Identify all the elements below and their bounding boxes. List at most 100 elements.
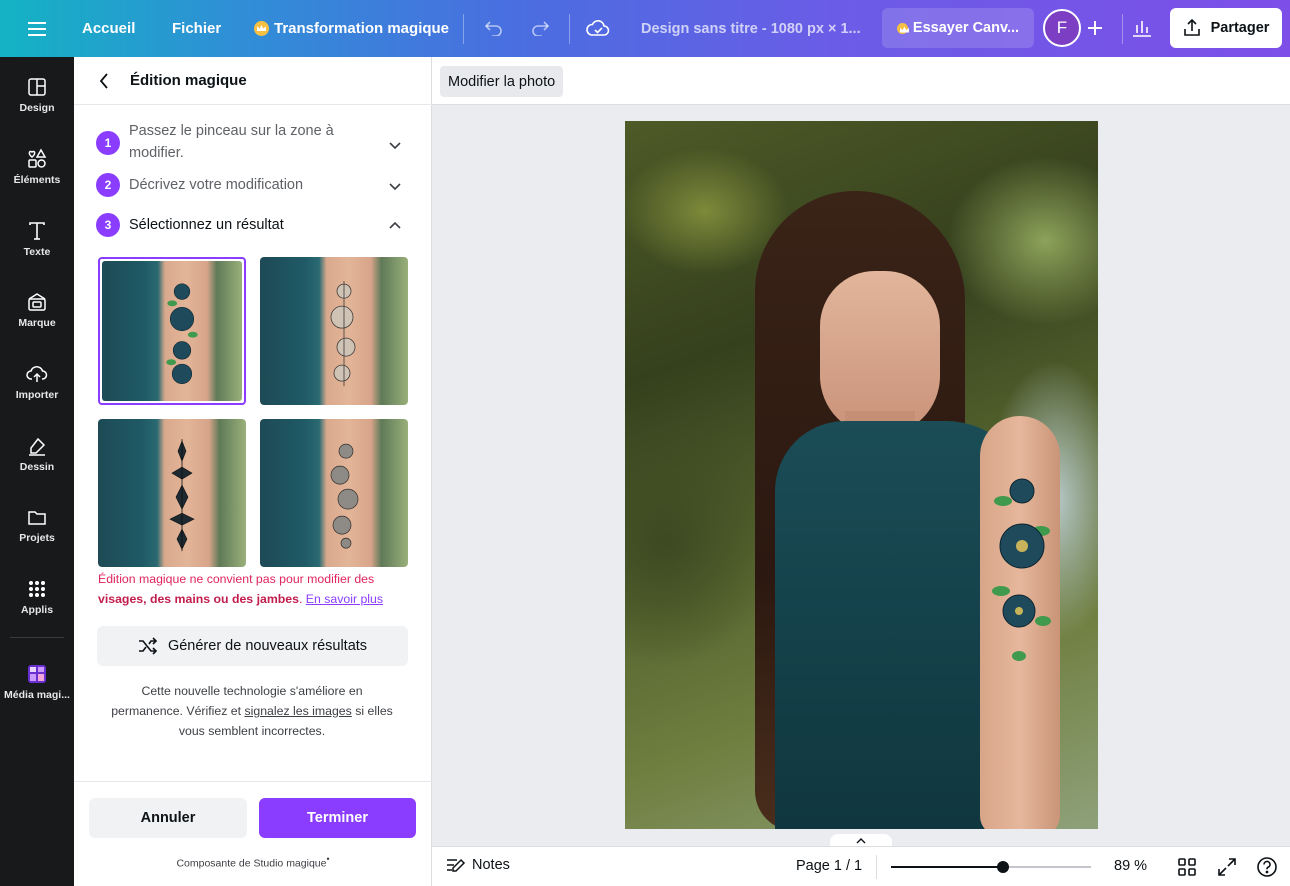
- rail-label: Design: [19, 102, 55, 114]
- rail-item-projects[interactable]: Projets: [0, 492, 74, 558]
- canvas-photo[interactable]: [625, 121, 1098, 829]
- help-icon[interactable]: [1256, 856, 1278, 878]
- step-number: 1: [96, 131, 120, 155]
- magic-edit-warning: Édition magique ne convient pas pour mod…: [98, 569, 408, 609]
- magic-switch-button[interactable]: Transformation magique: [254, 0, 449, 57]
- invite-button[interactable]: [1080, 12, 1110, 44]
- warning-text-end: .: [298, 592, 306, 606]
- redo-button[interactable]: [526, 14, 554, 42]
- redo-icon: [532, 21, 550, 36]
- text-icon: [29, 222, 45, 240]
- home-link[interactable]: Accueil: [82, 0, 135, 57]
- try-pro-label: Essayer Canv...: [912, 20, 1020, 36]
- step-1[interactable]: 1 Passez le pinceau sur la zone à modifi…: [96, 123, 416, 164]
- generate-label: Générer de nouveaux résultats: [167, 638, 368, 654]
- result-thumbnail-3[interactable]: [98, 419, 246, 567]
- step-text: Sélectionnez un résultat: [129, 217, 284, 233]
- undo-icon: [484, 21, 502, 36]
- hamburger-icon: [28, 22, 46, 36]
- edit-photo-button[interactable]: Modifier la photo: [440, 66, 564, 97]
- cloud-upload-icon: [26, 365, 48, 382]
- rail-item-import[interactable]: Importer: [0, 349, 74, 415]
- draw-icon: [29, 437, 46, 456]
- fullscreen-icon[interactable]: [1216, 856, 1238, 878]
- rail-label: Applis: [20, 604, 54, 616]
- step-number: 3: [96, 213, 120, 237]
- studio-mark: •: [326, 854, 330, 864]
- zoom-level[interactable]: 89 %: [1114, 858, 1147, 874]
- save-status-button[interactable]: [584, 14, 612, 42]
- share-upload-icon: [1183, 19, 1200, 36]
- magic-media-icon: [28, 665, 46, 683]
- share-label: Partager: [1210, 20, 1270, 36]
- chevron-up-icon: [856, 838, 866, 844]
- shapes-icon: [28, 148, 47, 168]
- flower-tattoo-image: [330, 280, 356, 386]
- try-pro-button[interactable]: Essayer Canv...: [882, 8, 1034, 48]
- divider: [876, 855, 877, 879]
- flower-tattoo-image: [992, 478, 1051, 661]
- plus-icon: [1088, 21, 1102, 35]
- step-2[interactable]: 2 Décrivez votre modification: [96, 173, 416, 197]
- magic-switch-label: Transformation magique: [274, 20, 450, 37]
- panel-title: Édition magique: [130, 72, 247, 89]
- report-images-link[interactable]: signalez les images: [244, 704, 351, 718]
- rail-item-text[interactable]: Texte: [0, 206, 74, 272]
- page-indicator[interactable]: Page 1 / 1: [796, 858, 862, 874]
- share-button[interactable]: Partager: [1170, 8, 1282, 48]
- rail-item-design[interactable]: Design: [0, 62, 74, 128]
- crown-icon: [254, 21, 269, 36]
- notes-icon: [447, 858, 466, 872]
- context-toolbar: Modifier la photo: [432, 57, 1290, 105]
- notes-button[interactable]: Notes: [446, 857, 510, 873]
- warning-bold-text: visages, des mains ou des jambes: [98, 592, 299, 606]
- learn-more-link[interactable]: En savoir plus: [306, 592, 383, 606]
- result-thumbnail-2[interactable]: [260, 257, 408, 405]
- rail-label: Dessin: [19, 461, 55, 473]
- chevron-down-icon: [389, 142, 401, 150]
- chevron-left-icon: [99, 73, 108, 89]
- back-button[interactable]: [92, 69, 116, 93]
- bottom-bar: Notes Page 1 / 1 89 %: [432, 846, 1290, 886]
- panel-header: Édition magique: [74, 57, 432, 105]
- notes-label: Notes: [472, 857, 510, 873]
- generate-new-results-button[interactable]: Générer de nouveaux résultats: [97, 626, 408, 666]
- rail-label: Éléments: [13, 174, 61, 186]
- zoom-slider-fill: [891, 866, 1003, 868]
- apps-grid-icon: [29, 581, 45, 597]
- magic-studio-credit: Composante de Studio magique•: [74, 854, 432, 870]
- studio-text: Composante de Studio magique: [176, 857, 327, 870]
- menu-button[interactable]: [22, 14, 52, 44]
- brand-icon: [28, 293, 46, 311]
- step-text: Décrivez votre modification: [129, 177, 304, 193]
- avatar[interactable]: F: [1043, 9, 1081, 47]
- technology-note: Cette nouvelle technologie s'améliore en…: [104, 681, 400, 741]
- rail-item-brand[interactable]: Marque: [0, 277, 74, 343]
- zoom-slider[interactable]: [891, 861, 1091, 873]
- rail-item-draw[interactable]: Dessin: [0, 421, 74, 487]
- file-menu[interactable]: Fichier: [172, 0, 221, 57]
- zoom-slider-knob[interactable]: [997, 861, 1009, 873]
- undo-button[interactable]: [480, 14, 508, 42]
- layout-icon: [28, 78, 46, 96]
- analytics-button[interactable]: [1128, 14, 1156, 42]
- rail-item-elements[interactable]: Éléments: [0, 134, 74, 200]
- rail-divider: [10, 637, 64, 638]
- grid-view-icon[interactable]: [1176, 856, 1198, 878]
- shuffle-icon: [138, 637, 158, 655]
- rail-item-apps[interactable]: Applis: [0, 564, 74, 630]
- result-thumbnail-4[interactable]: [260, 419, 408, 567]
- top-bar: Accueil Fichier Transformation magique D…: [0, 0, 1290, 57]
- chevron-down-icon: [389, 183, 401, 191]
- rail-label: Marque: [18, 317, 56, 329]
- divider: [74, 781, 432, 782]
- result-thumbnail-1[interactable]: [98, 257, 246, 405]
- rail-item-magic-media[interactable]: Média magi...: [0, 649, 74, 715]
- document-title[interactable]: Design sans titre - 1080 px × 1...: [641, 0, 861, 57]
- flower-tattoo-image: [330, 443, 359, 549]
- rail-label: Importer: [15, 389, 59, 401]
- cancel-button[interactable]: Annuler: [89, 798, 247, 838]
- done-button[interactable]: Terminer: [259, 798, 416, 838]
- step-3[interactable]: 3 Sélectionnez un résultat: [96, 213, 416, 237]
- left-rail: Design Éléments Texte Marque Importer De…: [0, 57, 74, 886]
